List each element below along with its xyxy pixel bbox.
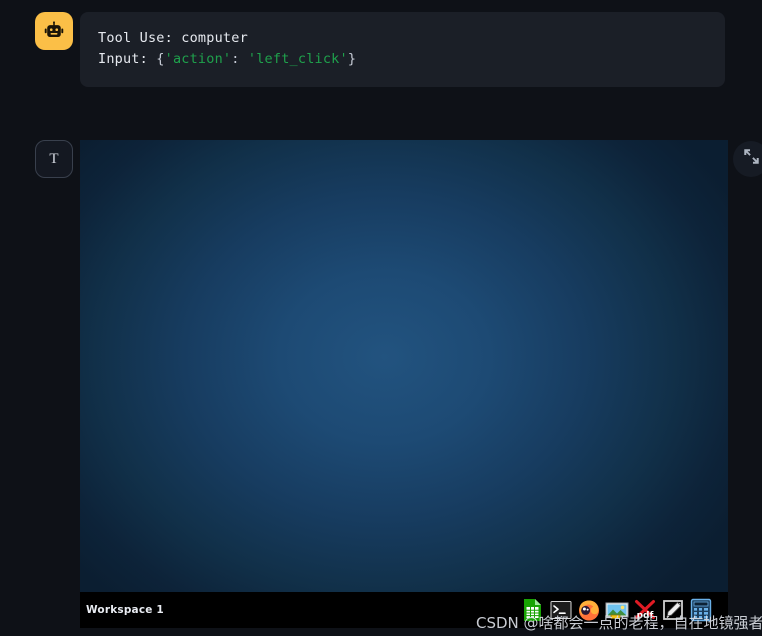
csdn-watermark: CSDN @啥都会一点的老程，自在地镜强者 — [476, 614, 762, 632]
json-colon: : — [231, 51, 248, 67]
json-close-brace: } — [347, 51, 357, 67]
tool-use-code-block: Tool Use: computer Input: {'action': 'le… — [80, 12, 725, 87]
json-value-left-click: 'left_click' — [247, 51, 348, 67]
workspace-label[interactable]: Workspace 1 — [80, 604, 164, 616]
screenshot-message: T Workspace 1 pdf — [35, 140, 728, 628]
tool-use-value: computer — [181, 30, 248, 46]
robot-icon — [43, 20, 65, 42]
vm-screenshot[interactable]: Workspace 1 pdf — [80, 140, 728, 628]
tool-use-label: Tool Use: — [98, 30, 173, 46]
expand-screenshot-button[interactable] — [733, 141, 762, 177]
tool-input-label: Input: — [98, 51, 148, 67]
tool-use-message: Tool Use: computer Input: {'action': 'le… — [35, 12, 725, 87]
expand-arrows-icon — [743, 148, 760, 170]
assistant-avatar — [35, 12, 73, 50]
json-key-action: 'action' — [164, 51, 232, 67]
json-open-brace: { — [156, 51, 165, 67]
desktop-wallpaper[interactable] — [80, 140, 728, 592]
avatar-letter: T — [49, 150, 59, 167]
app-root: Tool Use: computer Input: {'action': 'le… — [0, 0, 762, 636]
user-avatar: T — [35, 140, 73, 178]
